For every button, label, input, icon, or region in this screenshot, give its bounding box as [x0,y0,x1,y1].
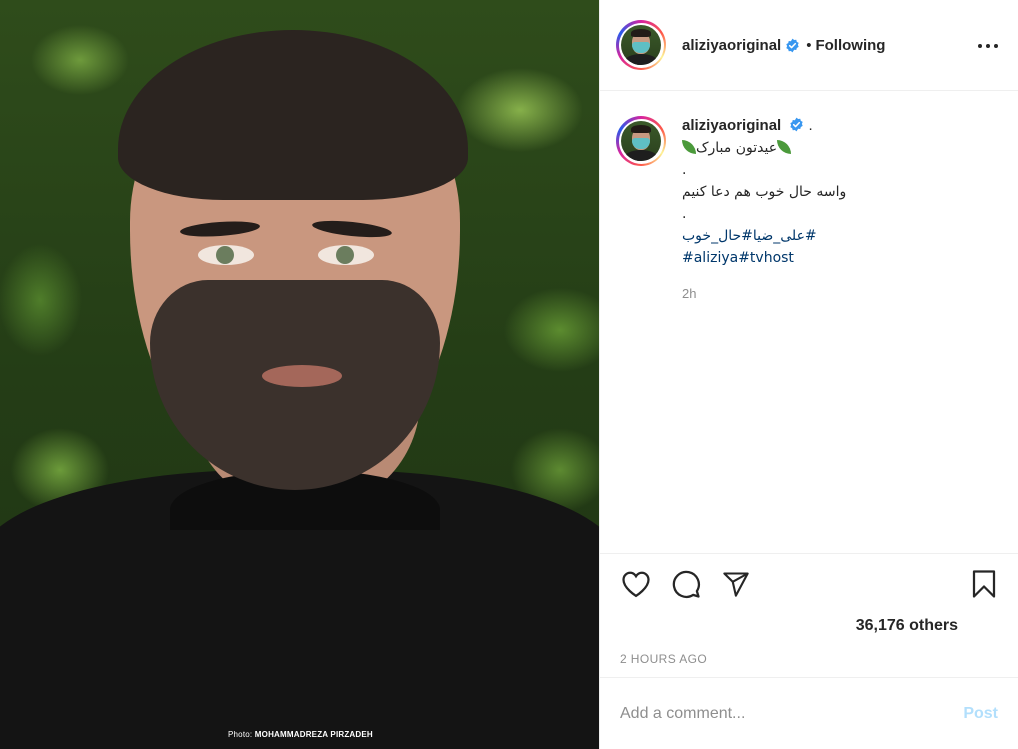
comment-input[interactable] [620,704,964,723]
verified-badge-icon [790,117,804,132]
more-options-icon[interactable] [978,36,998,56]
post-side-panel: aliziyaoriginal • Following aliziyaorigi… [599,0,1018,749]
instagram-post: Photo: MOHAMMADREZA PIRZADEH aliziyaorig… [0,0,1018,749]
following-button[interactable]: Following [815,37,885,54]
photo-left-eye [198,245,254,265]
bookmark-icon[interactable] [968,568,1000,600]
avatar [621,121,661,161]
caption-body: aliziyaoriginal . عیدتون مبارک . واسه حا… [682,115,846,305]
action-bar: 36,176 others 2 HOURS AGO [600,553,1018,677]
post-timestamp[interactable]: 2 HOURS AGO [620,652,707,666]
header-separator: • [806,36,812,54]
heart-icon[interactable] [620,568,652,600]
caption-username-suffix: . [808,117,813,134]
caption-line3: واسه حال خوب هم دعا کنیم [682,184,847,200]
photo-right-eye [318,245,374,265]
comment-icon[interactable] [670,568,702,600]
post-photo[interactable]: Photo: MOHAMMADREZA PIRZADEH [0,0,599,749]
likes-count[interactable]: 36,176 others [856,617,958,635]
caption-timestamp[interactable]: 2h [682,283,846,305]
paper-plane-icon[interactable] [720,568,752,600]
header-username[interactable]: aliziyaoriginal [682,37,781,54]
photo-credit-prefix: Photo: [228,730,253,739]
photo-hair [118,30,468,200]
leaf-emoji-icon [777,140,792,154]
caption-avatar[interactable] [616,116,666,166]
photo-credit-name: MOHAMMADREZA PIRZADEH [254,730,373,739]
leaf-emoji-icon [682,140,696,154]
caption-line1: عیدتون مبارک [696,140,778,156]
caption-line2: . [682,162,687,178]
story-ring[interactable] [616,20,666,70]
post-header: aliziyaoriginal • Following [600,0,1018,91]
photo-mouth [262,365,342,387]
verified-badge-icon [786,38,799,52]
hashtags-latin[interactable]: #aliziya#tvhost [682,247,846,269]
photo-credit: Photo: MOHAMMADREZA PIRZADEH [228,730,373,739]
comments-area: aliziyaoriginal . عیدتون مبارک . واسه حا… [600,91,1018,553]
caption-line4: . [682,206,687,222]
hashtags-persian[interactable]: #علی_ضیا#حال_خوب [682,225,846,247]
caption: aliziyaoriginal . عیدتون مبارک . واسه حا… [616,115,1002,305]
caption-username[interactable]: aliziyaoriginal [682,117,781,134]
avatar [621,25,661,65]
post-comment-button[interactable]: Post [963,705,998,723]
add-comment-bar: Post [600,677,1018,749]
